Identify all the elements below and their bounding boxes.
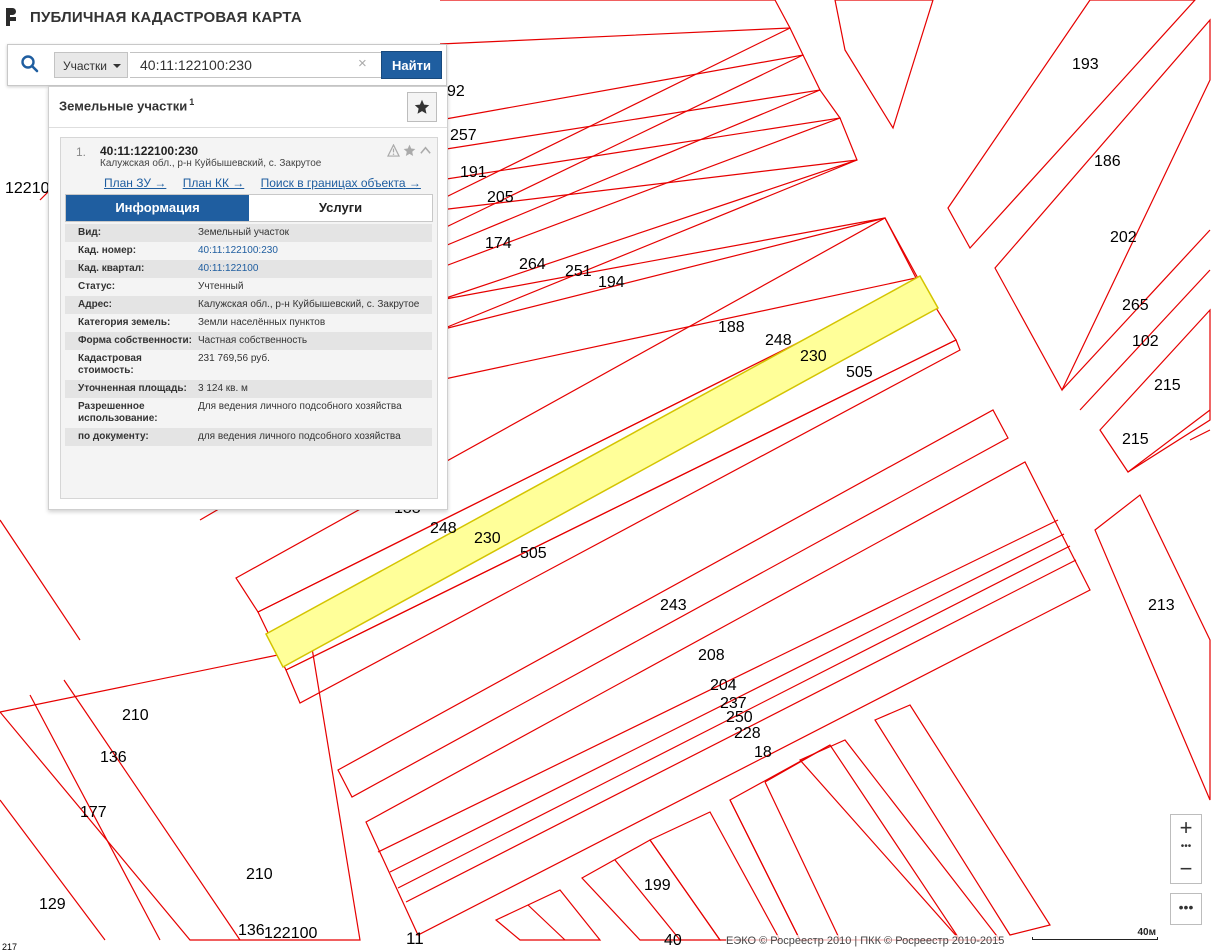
dropdown-caret-icon — [113, 64, 121, 68]
property-key: Кад. квартал: — [78, 263, 145, 274]
property-key: Уточненная площадь: — [78, 383, 187, 394]
clear-icon[interactable]: × — [358, 56, 367, 72]
property-value-link[interactable]: 40:11:122100:230 — [198, 245, 432, 257]
results-panel: Земельные участки 1 1. 40:11:122100:230 К… — [48, 86, 448, 510]
card-icons — [387, 144, 432, 157]
property-key: Кад. номер: — [78, 245, 137, 256]
property-row: Статус: Учтенный — [65, 278, 432, 296]
collapse-icon[interactable] — [419, 144, 432, 157]
property-key: Адрес: — [78, 299, 112, 310]
panel-title: Земельные участки 1 — [59, 97, 194, 113]
result-address: Калужская обл., р-н Куйбышевский, с. Зак… — [100, 158, 322, 169]
tab-information[interactable]: Информация — [66, 195, 249, 221]
zoom-slider[interactable]: ••• — [1171, 841, 1201, 853]
property-value: Учтенный — [198, 281, 244, 292]
property-key: Форма собственности: — [78, 335, 192, 346]
property-value-link[interactable]: 40:11:122100 — [198, 263, 432, 275]
property-row: Кад. номер: 40:11:122100:230 — [65, 242, 432, 260]
logo-icon — [6, 8, 22, 26]
find-button[interactable]: Найти — [381, 51, 442, 79]
result-count: 1 — [189, 97, 195, 107]
property-row: Категория земель: Земли населённых пункто… — [65, 314, 432, 332]
property-value: Земли населённых пунктов — [198, 317, 326, 328]
property-row: Разрешенное использование: Для ведения ли… — [65, 398, 432, 428]
tab-services[interactable]: Услуги — [249, 195, 432, 221]
property-row: Кад. квартал: 40:11:122100 — [65, 260, 432, 278]
panel-title-text: Земельные участки — [59, 98, 188, 114]
divider — [49, 127, 447, 128]
zoom-control: + ••• − — [1170, 814, 1202, 884]
zoom-in-button[interactable]: + — [1171, 815, 1201, 841]
property-row: Уточненная площадь: 3 124 кв. м — [65, 380, 432, 398]
result-card: 1. 40:11:122100:230 Калужская обл., р-н … — [60, 137, 438, 499]
link-search-in-bounds[interactable]: Поиск в границах объекта → — [261, 176, 421, 190]
search-bar: Участки × Найти — [7, 44, 447, 86]
property-table: Вид: Земельный участок Кад. номер: 40:11:1… — [65, 224, 432, 446]
result-cad-number[interactable]: 40:11:122100:230 — [100, 144, 198, 158]
property-key: Вид: — [78, 227, 102, 238]
result-number: 1. — [76, 145, 87, 159]
link-plan-kk[interactable]: План КК → — [183, 176, 245, 190]
property-key: Категория земель: — [78, 317, 171, 328]
property-value: Калужская обл., р-н Куйбышевский, с. Зак… — [198, 299, 420, 310]
attribution: ЕЭКО © Росреестр 2010 | ПКК © Росреестр … — [726, 935, 1005, 947]
property-key: Кадастровая стоимость: — [78, 353, 142, 376]
property-row: по документу: для ведения личного подсобн… — [65, 428, 432, 446]
scale-bar: 40м — [1032, 927, 1158, 942]
property-key: Разрешенное использование: — [78, 401, 158, 424]
property-value: 3 124 кв. м — [198, 383, 248, 394]
search-type-label: Участки — [63, 59, 107, 73]
favorites-button[interactable] — [407, 92, 437, 122]
star-icon — [414, 99, 430, 114]
property-value: 231 769,56 руб. — [198, 353, 270, 364]
app-title: ПУБЛИЧНАЯ КАДАСТРОВАЯ КАРТА — [30, 8, 302, 26]
link-plan-zu[interactable]: План ЗУ → — [104, 176, 166, 190]
property-row: Адрес: Калужская обл., р-н Куйбышевский, … — [65, 296, 432, 314]
search-icon[interactable] — [20, 54, 40, 74]
property-key: Статус: — [78, 281, 116, 292]
property-row: Вид: Земельный участок — [65, 224, 432, 242]
result-links: План ЗУ → План КК → Поиск в границах объ… — [104, 176, 434, 190]
scale-label: 40м — [1137, 927, 1156, 938]
star-icon[interactable] — [403, 144, 416, 157]
property-value: Частная собственность — [198, 335, 308, 346]
app-header: ПУБЛИЧНАЯ КАДАСТРОВАЯ КАРТА — [6, 8, 302, 26]
search-input[interactable] — [130, 52, 382, 78]
result-tabs: Информация Услуги — [65, 194, 433, 222]
property-row: Кадастровая стоимость: 231 769,56 руб. — [65, 350, 432, 380]
property-key: по документу: — [78, 431, 149, 442]
property-row: Форма собственности: Частная собственност… — [65, 332, 432, 350]
zoom-out-button[interactable]: − — [1171, 856, 1201, 882]
property-value: для ведения личного подсобного хозяйства — [198, 431, 401, 442]
warning-icon[interactable] — [387, 144, 400, 157]
property-value: Земельный участок — [198, 227, 290, 238]
more-tools-button[interactable]: ••• — [1170, 893, 1202, 925]
search-type-select[interactable]: Участки — [54, 52, 128, 78]
property-value: Для ведения личного подсобного хозяйства — [198, 401, 402, 412]
